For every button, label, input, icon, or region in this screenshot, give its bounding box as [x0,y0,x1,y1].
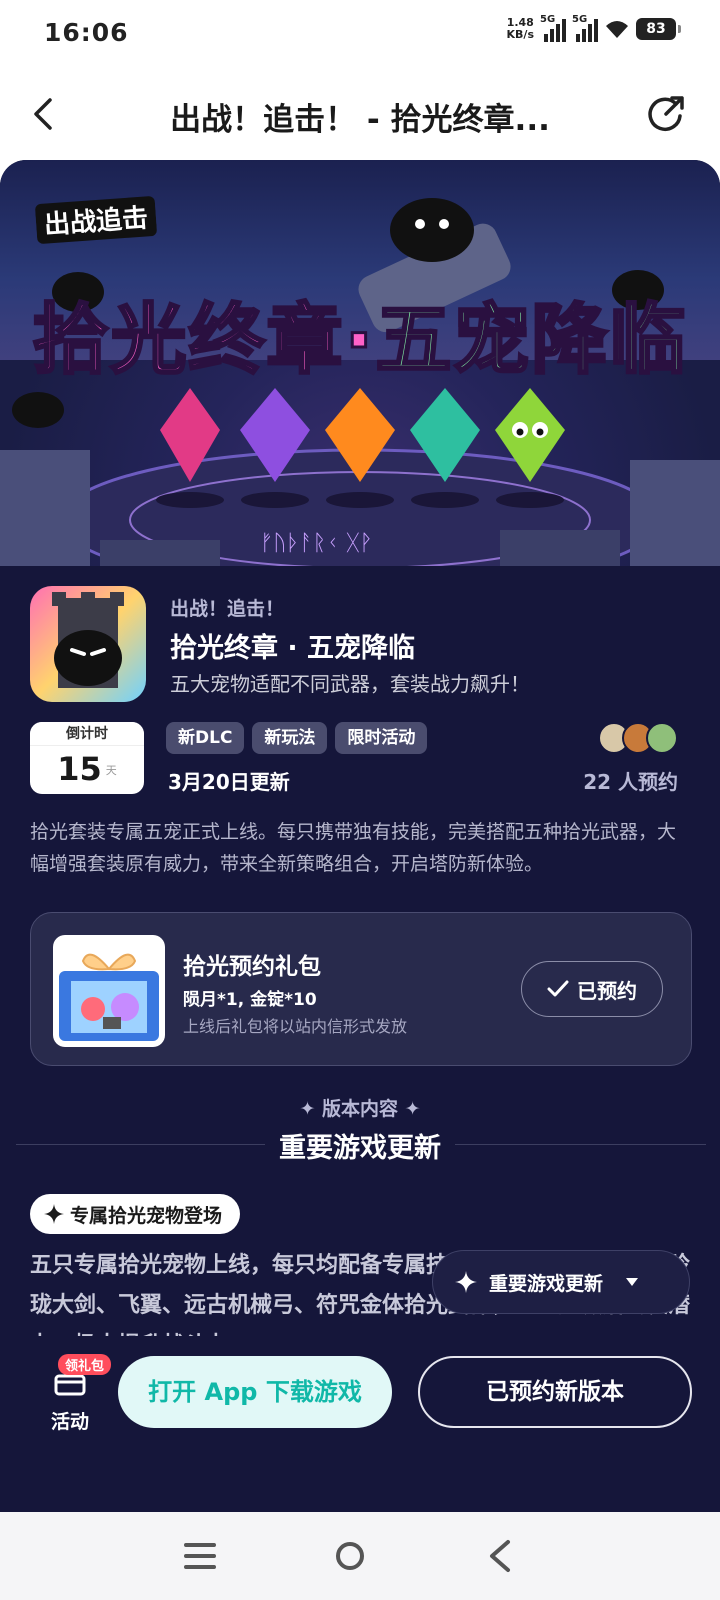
sparkle-icon [455,1271,477,1293]
countdown-value: 15 [57,750,102,788]
feature-pill: 专属拾光宠物登场 [30,1194,241,1234]
section-title: 重要游戏更新 [265,1133,455,1164]
section-label: ✦ 版本内容 ✦ [299,1098,421,1120]
section-title-wrap: 重要游戏更新 [0,1126,720,1165]
reserve-count: 22 人预约 [583,770,678,794]
top-app-bar: 出战！追击！ - 拾光终章... [0,66,720,160]
signal-label: 5G [540,14,556,25]
menu-icon[interactable] [178,1534,222,1578]
countdown-label: 倒计时 [30,722,144,746]
bottom-action-bar: 活动 领礼包 打开 App 下载游戏 已预约新版本 [0,1336,720,1512]
reserved-version-button[interactable]: 已预约新版本 [418,1356,692,1428]
app-subtitle: 出战！追击！ [170,598,285,620]
countdown-unit: 天 [105,764,117,777]
status-bar: 16:06 1.48 KB/s 5G 5G 83 [0,0,720,66]
gift-box-icon [53,935,165,1047]
banner-headline: 拾光终章·五宠降临 [0,278,720,388]
banner-image: ᚠᚢᚦᚨᚱᚲ ᚷᚹ 出战追击 拾光终章·五宠降临 [0,160,720,566]
net-speed-unit: KB/s [506,28,534,41]
tag: 限时活动 [335,722,428,754]
tag-list: 新DLC 新玩法 限时活动 [166,722,428,754]
main-content: ᚠᚢᚦᚨᚱᚲ ᚷᚹ 出战追击 拾光终章·五宠降临 出战！追击！ 拾光终章 · 五… [0,160,720,1512]
open-app-button[interactable]: 打开 App 下载游戏 [118,1356,392,1428]
system-nav-bar [0,1512,720,1600]
tag: 新玩法 [252,722,328,754]
countdown-value-row: 15 天 [30,746,144,794]
net-speed: 1.48 KB/s [507,17,534,41]
back-arrow-icon[interactable] [26,94,62,134]
app-name: 拾光终章 · 五宠降临 [170,633,416,664]
update-date: 3月20日更新 [168,770,290,794]
game-logo: 出战追击 [35,196,157,244]
app-slogan: 五大宠物适配不同武器，套装战力飙升！ [170,672,530,696]
gift-card: 拾光预约礼包 陨月*1, 金锭*10 上线后礼包将以站内信形式发放 已预约 [30,912,692,1066]
battery-icon: 83 [636,18,681,40]
gift-button-label: 已预约 [577,978,637,1003]
wifi-icon [606,21,628,38]
sparkle-icon [44,1204,64,1224]
status-time: 16:06 [44,18,129,47]
section-jump-label: 重要游戏更新 [489,1272,604,1295]
app-info: 出战！追击！ 拾光终章 · 五宠降临 五大宠物适配不同武器，套装战力飙升！ [30,586,690,706]
tag: 新DLC [166,722,245,754]
feature-pill-label: 专属拾光宠物登场 [70,1204,223,1227]
signal-icon-2: 5G [572,14,598,42]
app-icon [30,586,146,702]
page-title: 出战！追击！ - 拾光终章... [170,102,550,138]
banner-headline-a: 拾光终章· [31,294,376,386]
avatar [646,722,678,754]
gift-badge: 领礼包 [58,1354,112,1375]
gift-detail: 陨月*1, 金锭*10 [183,990,317,1010]
caret-down-icon [626,1278,639,1286]
activity-label: 活动 [50,1411,89,1433]
back-nav-icon[interactable] [478,1534,522,1578]
app-description: 拾光套装专属五宠正式上线。每只携带独有技能，完美搭配五种拾光武器，大幅增强套装原… [30,821,677,875]
signal-label-2: 5G [572,14,588,25]
section-jump-button[interactable]: 重要游戏更新 [432,1250,690,1314]
countdown-box: 倒计时 15 天 [30,722,144,794]
signal-icon: 5G [540,14,566,42]
svg-text:ᚠᚢᚦᚨᚱᚲ ᚷᚹ: ᚠᚢᚦᚨᚱᚲ ᚷᚹ [260,531,373,556]
status-icons: 1.48 KB/s 5G 5G 83 [507,14,681,42]
reserver-avatars [598,722,678,754]
gift-note: 上线后礼包将以站内信形式发放 [183,1017,408,1036]
check-icon [547,980,569,997]
home-icon[interactable] [328,1534,372,1578]
banner-headline-b: 五宠降临 [374,294,688,386]
gift-reserved-button[interactable]: 已预约 [521,961,663,1017]
share-icon[interactable] [646,94,686,134]
gift-title: 拾光预约礼包 [183,954,321,980]
